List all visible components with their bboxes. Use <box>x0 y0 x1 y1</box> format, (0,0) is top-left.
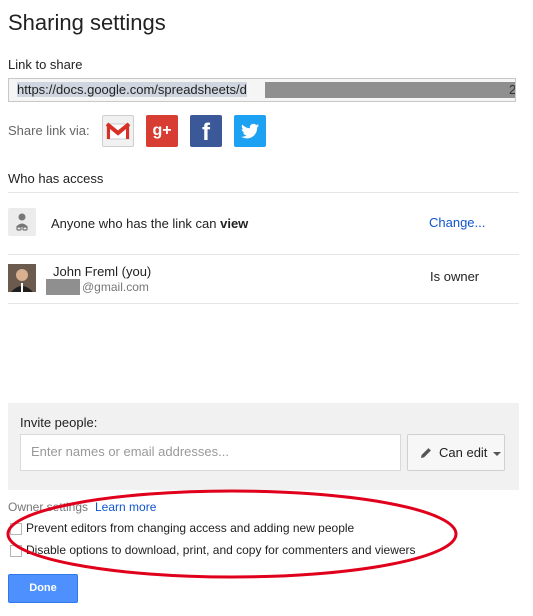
avatar <box>8 264 36 292</box>
gmail-icon <box>105 122 131 140</box>
invite-label: Invite people: <box>20 415 98 430</box>
share-via-label: Share link via: <box>8 123 90 138</box>
share-link-url-end: 2 <box>509 82 516 97</box>
link-access-icon <box>8 208 36 236</box>
owner-email: @gmail.com <box>82 280 149 294</box>
link-access-level: view <box>220 216 249 231</box>
divider <box>8 303 519 304</box>
invite-input[interactable]: Enter names or email addresses... <box>20 434 401 471</box>
share-link-url: https://docs.google.com/spreadsheets/d <box>17 82 247 97</box>
redacted-email <box>46 279 80 295</box>
googleplus-icon: g+ <box>152 122 172 139</box>
access-header: Who has access <box>8 171 104 186</box>
pencil-icon <box>421 448 431 458</box>
avatar-image <box>8 264 36 292</box>
invite-placeholder: Enter names or email addresses... <box>31 444 229 459</box>
dialog-title: Sharing settings <box>8 10 166 35</box>
facebook-icon: f <box>202 119 210 146</box>
facebook-share-button[interactable]: f <box>190 115 222 147</box>
link-access-text: Anyone who has the link can <box>51 216 221 231</box>
link-access-description: Anyone who has the link can view <box>51 216 248 231</box>
twitter-share-button[interactable] <box>234 115 266 147</box>
divider <box>8 192 519 193</box>
chevron-down-icon <box>493 452 501 456</box>
done-button[interactable]: Done <box>8 574 78 603</box>
person-link-icon <box>16 213 28 231</box>
twitter-bird-icon <box>241 123 260 139</box>
link-label: Link to share <box>8 57 83 72</box>
highlight-ellipse <box>6 489 458 579</box>
owner-name: John Freml (you) <box>53 264 152 279</box>
divider <box>8 254 519 255</box>
googleplus-share-button[interactable]: g+ <box>146 115 178 147</box>
permission-label: Can edit <box>439 445 488 460</box>
gmail-share-button[interactable] <box>102 115 134 147</box>
change-access-link[interactable]: Change... <box>429 215 485 230</box>
permission-dropdown[interactable]: Can edit <box>407 434 505 471</box>
owner-role: Is owner <box>430 269 480 284</box>
redacted-url-part <box>265 82 515 98</box>
share-link-field[interactable]: https://docs.google.com/spreadsheets/d 2 <box>8 78 516 102</box>
